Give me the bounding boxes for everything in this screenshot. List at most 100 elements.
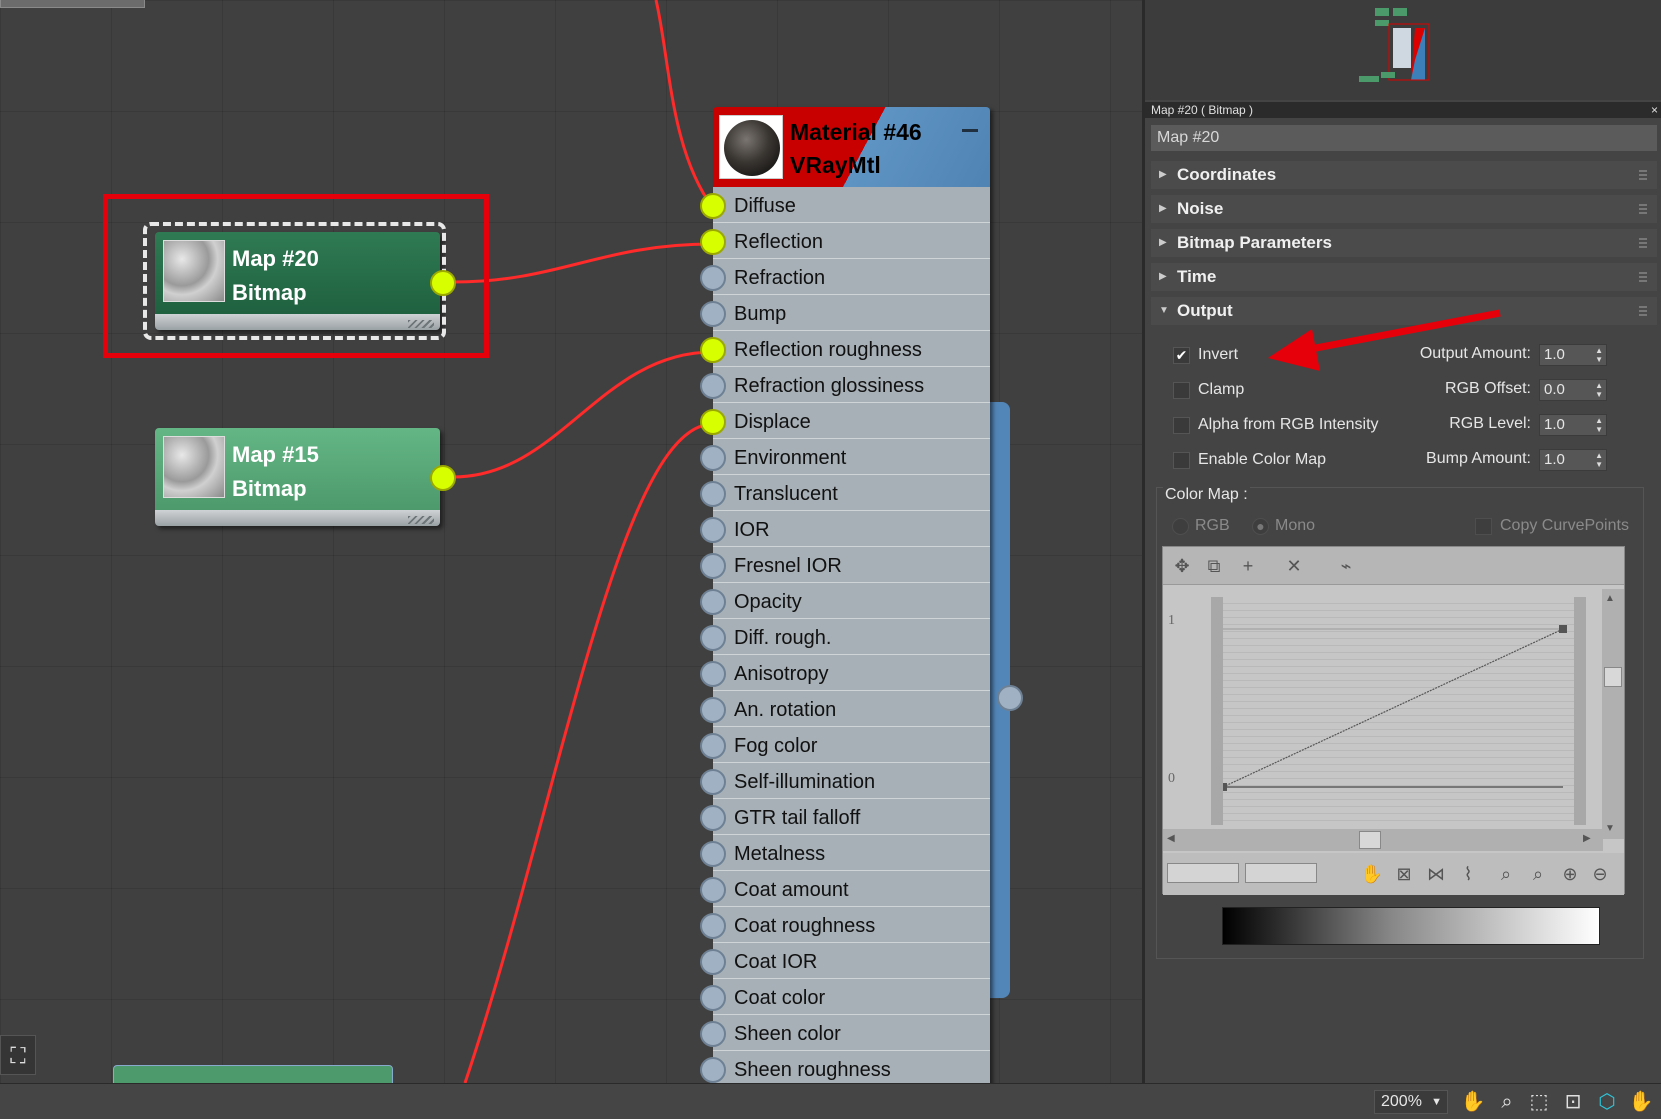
rgb-offset-spinner[interactable]: 0.0 ▲ ▼ (1539, 379, 1607, 401)
material-slot[interactable]: Refraction (700, 259, 990, 295)
slot-input-socket[interactable] (700, 913, 726, 939)
zoom-out-icon[interactable]: ⊖ (1587, 861, 1613, 887)
mono-radio[interactable]: ● (1252, 518, 1269, 535)
zoom-vertical-icon[interactable]: ⌇ (1455, 861, 1481, 887)
material-slot[interactable]: Coat IOR (700, 943, 990, 979)
curve-y-field[interactable] (1245, 863, 1317, 883)
resize-grip[interactable] (408, 516, 434, 524)
rollout-time[interactable]: ▶ Time (1151, 263, 1657, 291)
curve-horizontal-scrollbar[interactable]: ◀ ▶ (1163, 829, 1603, 851)
slot-input-socket[interactable] (700, 589, 726, 615)
minimize-icon[interactable] (962, 129, 978, 132)
material-slot[interactable]: Anisotropy (700, 655, 990, 691)
zoom-icon[interactable]: ⌕ (1493, 861, 1519, 887)
material-slot[interactable]: Opacity (700, 583, 990, 619)
map-node-15-header[interactable]: Map #15 Bitmap (155, 428, 440, 510)
reset-curve-icon[interactable]: ⌁ (1333, 553, 1359, 579)
slot-input-socket[interactable] (700, 733, 726, 759)
slot-input-socket[interactable] (700, 769, 726, 795)
slot-input-socket[interactable] (700, 949, 726, 975)
slot-input-socket[interactable] (700, 1057, 726, 1083)
pan-mode-icon[interactable]: ✋ (1628, 1089, 1654, 1115)
delete-point-icon[interactable]: ✕ (1281, 553, 1307, 579)
zoom-region-icon[interactable]: ⬚ (1526, 1089, 1552, 1115)
rollout-bitmap-parameters[interactable]: ▶ Bitmap Parameters (1151, 229, 1657, 257)
rollout-coordinates[interactable]: ▶ Coordinates (1151, 161, 1657, 189)
material-slot[interactable]: An. rotation (700, 691, 990, 727)
slot-input-socket[interactable] (700, 517, 726, 543)
zoom-dropdown[interactable]: 200% ▼ (1374, 1090, 1448, 1114)
slot-input-socket[interactable] (700, 805, 726, 831)
material-slot[interactable]: Refraction glossiness (700, 367, 990, 403)
slot-input-socket[interactable] (700, 697, 726, 723)
slot-input-socket[interactable] (700, 373, 726, 399)
material-slot[interactable]: Fog color (700, 727, 990, 763)
copy-curve-points-checkbox[interactable] (1475, 518, 1492, 535)
slot-input-socket[interactable] (700, 265, 726, 291)
navigator-minimap[interactable] (1145, 0, 1661, 100)
zoom-selected-icon[interactable]: ⬡ (1594, 1089, 1620, 1115)
offscreen-bottom-node[interactable] (113, 1065, 393, 1083)
material-slot[interactable]: Translucent (700, 475, 990, 511)
slot-input-socket[interactable] (700, 1021, 726, 1047)
pan-hand-icon[interactable]: ✋ (1460, 1089, 1486, 1115)
material-slot[interactable]: GTR tail falloff (700, 799, 990, 835)
resize-grip[interactable] (408, 320, 434, 328)
output-socket[interactable] (430, 465, 456, 491)
pan-icon[interactable]: ✋ (1359, 861, 1385, 887)
slot-input-socket[interactable] (700, 877, 726, 903)
alpha-from-rgb-checkbox[interactable] (1173, 417, 1190, 434)
material-output-socket[interactable] (997, 685, 1023, 711)
material-slot[interactable]: Displace (700, 403, 990, 439)
material-slot[interactable]: Sheen roughness (700, 1051, 990, 1083)
zoom-extents-icon[interactable]: ⊡ (1560, 1089, 1586, 1115)
output-amount-spinner[interactable]: 1.0 ▲ ▼ (1539, 344, 1607, 366)
slot-input-socket[interactable] (700, 553, 726, 579)
slot-input-socket[interactable] (700, 841, 726, 867)
material-slot[interactable]: Sheen color (700, 1015, 990, 1051)
material-slot[interactable]: Diffuse (700, 187, 990, 223)
slot-input-socket[interactable] (700, 229, 726, 255)
slot-input-socket[interactable] (700, 481, 726, 507)
material-slot[interactable]: Reflection roughness (700, 331, 990, 367)
slot-input-socket[interactable] (700, 445, 726, 471)
material-slot[interactable]: Coat roughness (700, 907, 990, 943)
bump-amount-spinner[interactable]: 1.0 ▲ ▼ (1539, 449, 1607, 471)
rgb-radio[interactable] (1172, 518, 1189, 535)
map-node-20[interactable]: Map #20 Bitmap (143, 222, 456, 340)
material-slot[interactable]: Bump (700, 295, 990, 331)
curve-editor[interactable]: ✥ ⧉ + ✕ ⌁ 1 0 ▲ ▼ ◀ ▶ ✋ ⊠ ⋈ ⌇ ⌕ ⌕ ⊕ ⊖ (1162, 546, 1625, 895)
enable-color-map-checkbox[interactable] (1173, 452, 1190, 469)
material-node-header[interactable]: Material #46 VRayMtl (713, 107, 990, 187)
curve-plot-area[interactable] (1211, 597, 1586, 825)
material-slot[interactable]: Coat amount (700, 871, 990, 907)
zoom-in-icon[interactable]: ⊕ (1557, 861, 1583, 887)
material-slot[interactable]: Environment (700, 439, 990, 475)
slot-input-socket[interactable] (700, 625, 726, 651)
clamp-checkbox[interactable] (1173, 382, 1190, 399)
output-socket[interactable] (430, 270, 456, 296)
binoculars-icon[interactable]: ⛶ (0, 1035, 36, 1075)
zoom-horizontal-icon[interactable]: ⋈ (1423, 861, 1449, 887)
close-icon[interactable]: × (1651, 102, 1658, 118)
zoom-region-icon[interactable]: ⌕ (1525, 861, 1551, 887)
map-node-15[interactable]: Map #15 Bitmap (155, 428, 456, 526)
curve-vertical-scrollbar[interactable]: ▲ ▼ (1602, 589, 1624, 839)
rollout-noise[interactable]: ▶ Noise (1151, 195, 1657, 223)
slot-input-socket[interactable] (700, 301, 726, 327)
move-point-icon[interactable]: ✥ (1169, 553, 1195, 579)
slot-input-socket[interactable] (700, 409, 726, 435)
add-point-icon[interactable]: + (1235, 553, 1261, 579)
material-slot[interactable]: Reflection (700, 223, 990, 259)
map-name-field[interactable]: Map #20 (1151, 125, 1657, 151)
material-slot[interactable]: Self-illumination (700, 763, 990, 799)
slot-input-socket[interactable] (700, 193, 726, 219)
curve-x-field[interactable] (1167, 863, 1239, 883)
zoom-magnifier-icon[interactable]: ⌕ (1494, 1089, 1520, 1115)
slot-input-socket[interactable] (700, 985, 726, 1011)
material-slot[interactable]: IOR (700, 511, 990, 547)
material-slot[interactable]: Fresnel IOR (700, 547, 990, 583)
material-node[interactable]: Material #46 VRayMtl Diffuse Reflection Re… (700, 107, 990, 1083)
zoom-extents-icon[interactable]: ⊠ (1391, 861, 1417, 887)
material-slot[interactable]: Metalness (700, 835, 990, 871)
